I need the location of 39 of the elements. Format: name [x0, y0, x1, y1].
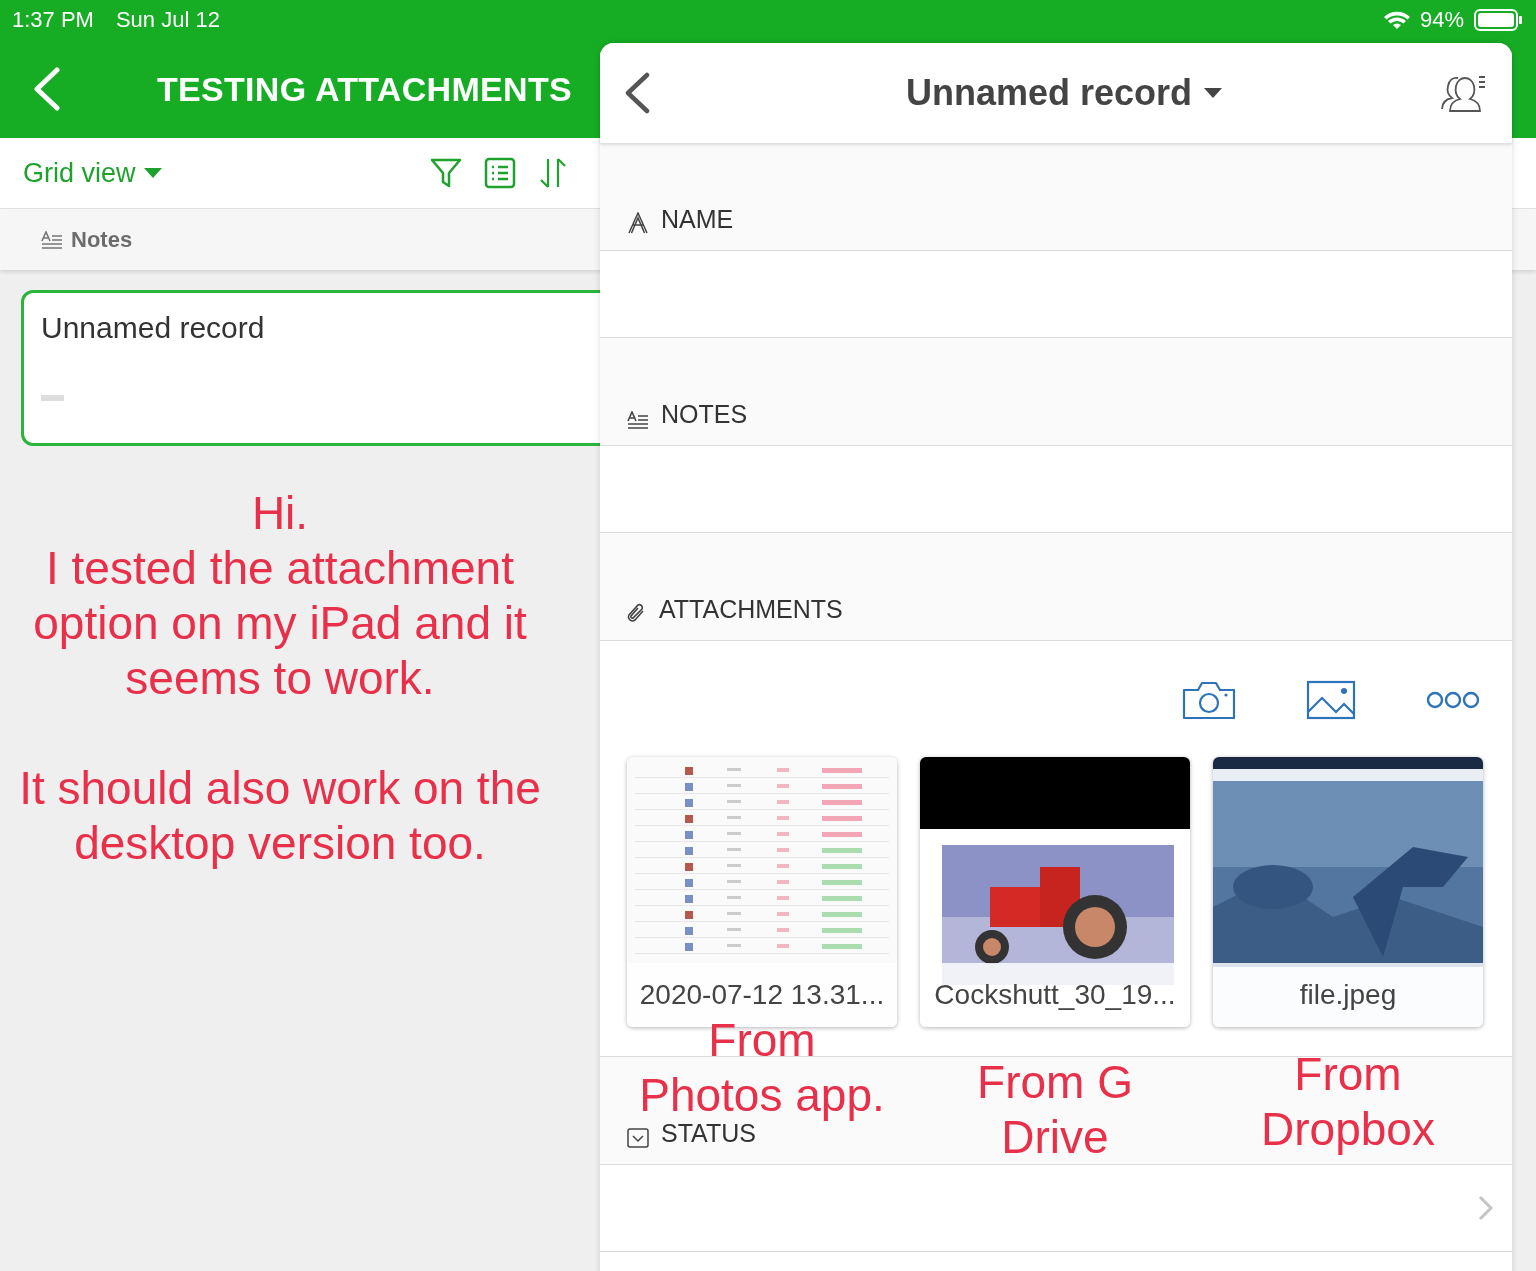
file-name: file.jpeg — [1213, 963, 1483, 1027]
dropdown-field-icon — [627, 1128, 649, 1148]
long-text-icon — [627, 411, 649, 429]
annotation-text: It should also work on the desktop version too. — [18, 761, 542, 871]
annotation-text: From G Drive — [976, 1055, 1134, 1165]
battery-icon — [1474, 9, 1522, 31]
date: Sun Jul 12 — [115, 7, 220, 33]
caret-icon — [1204, 88, 1223, 98]
attachment-tile[interactable]: file.jpeg — [1213, 757, 1483, 1027]
file-name: Cockshutt_30_19... — [920, 963, 1190, 1027]
list-icon[interactable] — [483, 157, 516, 189]
attachment-tile[interactable]: Cockshutt_30_19... — [920, 757, 1190, 1027]
time: 1:37 PM — [12, 7, 94, 33]
field-label: ATTACHMENTS — [659, 595, 843, 624]
field-label: NOTES — [661, 400, 748, 429]
caret-icon — [143, 168, 162, 178]
wifi-icon — [1383, 10, 1410, 30]
sort-icon[interactable] — [537, 157, 568, 189]
field-label: NAME — [661, 205, 734, 234]
back-icon — [624, 72, 650, 114]
filter-icon[interactable] — [429, 157, 462, 189]
field-label: STATUS — [661, 1119, 756, 1148]
back-button[interactable] — [624, 72, 650, 114]
record-title: Unnamed record — [41, 311, 266, 345]
column-header: Notes — [71, 226, 133, 253]
record-title-dropdown[interactable]: Unnamed record — [905, 72, 1223, 114]
empty-value-bar — [41, 395, 64, 401]
annotation-text: Hi. — [250, 486, 310, 541]
paperclip-icon — [627, 602, 647, 624]
back-icon — [31, 67, 61, 111]
image-icon[interactable] — [1306, 680, 1356, 720]
more-icon[interactable] — [1426, 690, 1480, 710]
collaborators-icon[interactable] — [1438, 73, 1486, 113]
long-text-icon — [41, 230, 63, 249]
battery-percent: 94% — [1419, 7, 1464, 33]
text-field-icon — [627, 212, 649, 234]
annotation-text: From Dropbox — [1260, 1047, 1436, 1157]
camera-icon[interactable] — [1182, 680, 1236, 720]
annotation-text: I tested the attachment option on my iPad and it seems to work. — [32, 541, 528, 706]
